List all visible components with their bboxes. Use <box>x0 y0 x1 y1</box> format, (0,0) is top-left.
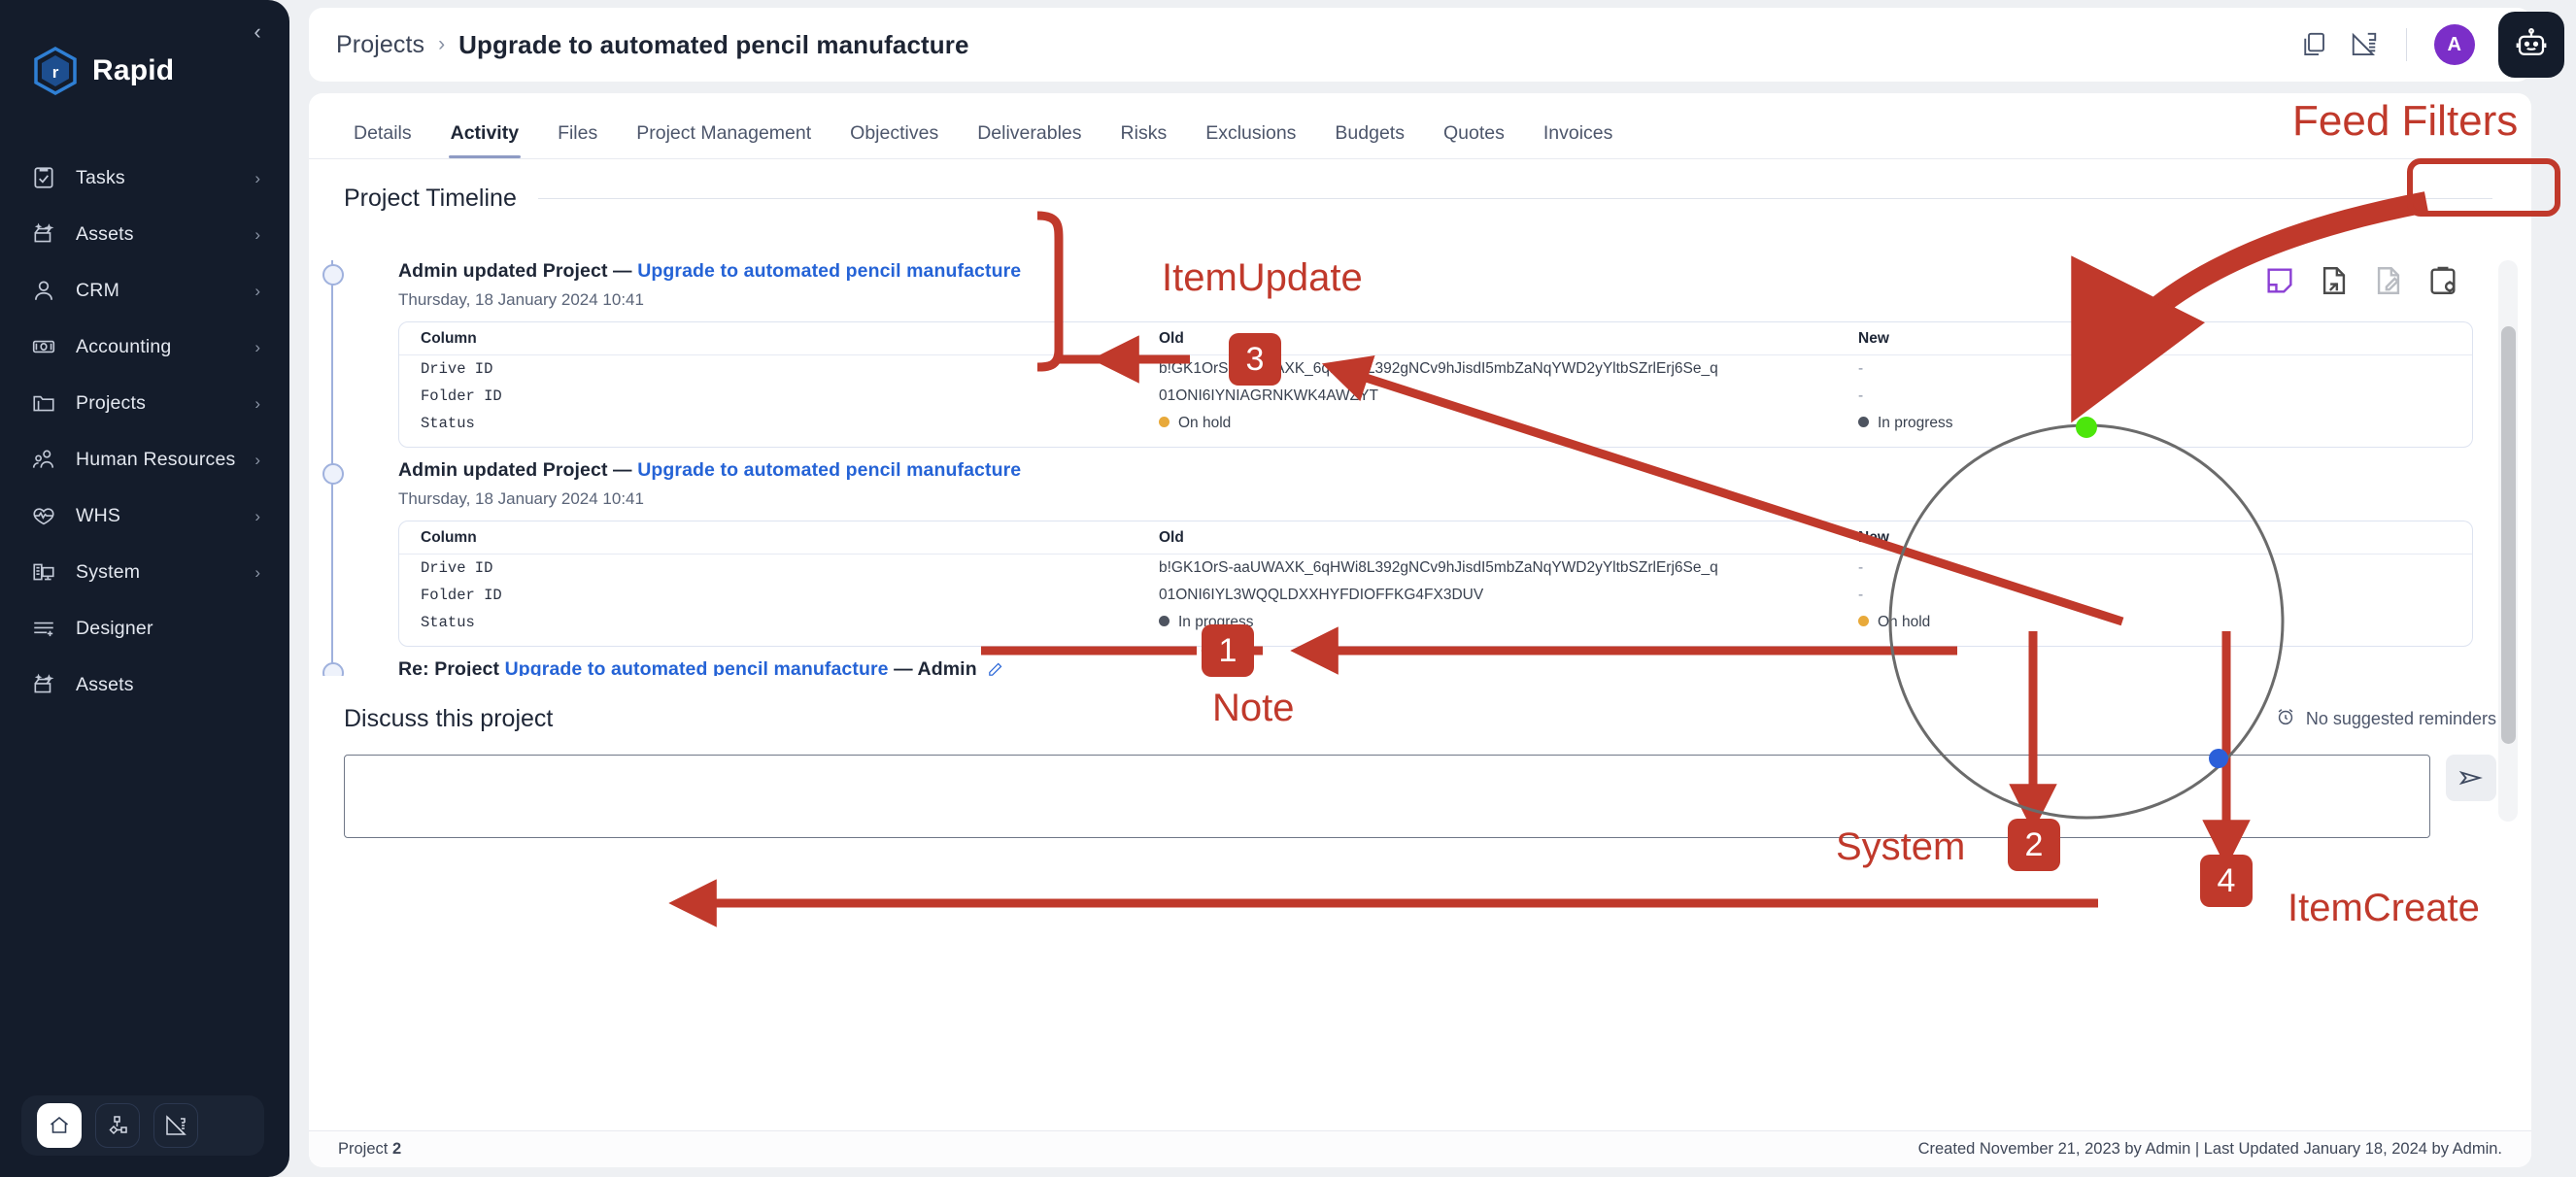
annotation-badge-4: 4 <box>2200 855 2253 907</box>
annotation-badge-2: 2 <box>2008 819 2060 871</box>
annotation-arrow-3b <box>1321 355 2124 626</box>
annotation-label-feed-filters: Feed Filters <box>2292 97 2519 145</box>
annotation-label-system: System <box>1836 825 1966 868</box>
annotation-badge-3: 3 <box>1229 333 1281 386</box>
annotation-overlay <box>668 191 2429 927</box>
annotation-circle-handle-top <box>2076 417 2097 438</box>
annotation-circle-handle-bottom <box>2209 749 2228 768</box>
annotation-label-itemupdate: ItemUpdate <box>1162 256 1363 299</box>
annotation-label-note: Note <box>1212 687 1295 729</box>
annotation-arrow-feed-filters <box>2071 191 2429 423</box>
annotation-badge-1: 1 <box>1202 624 1254 677</box>
annotation-outline-feed-filters <box>2407 158 2560 217</box>
annotation-label-itemcreate: ItemCreate <box>2288 887 2480 929</box>
